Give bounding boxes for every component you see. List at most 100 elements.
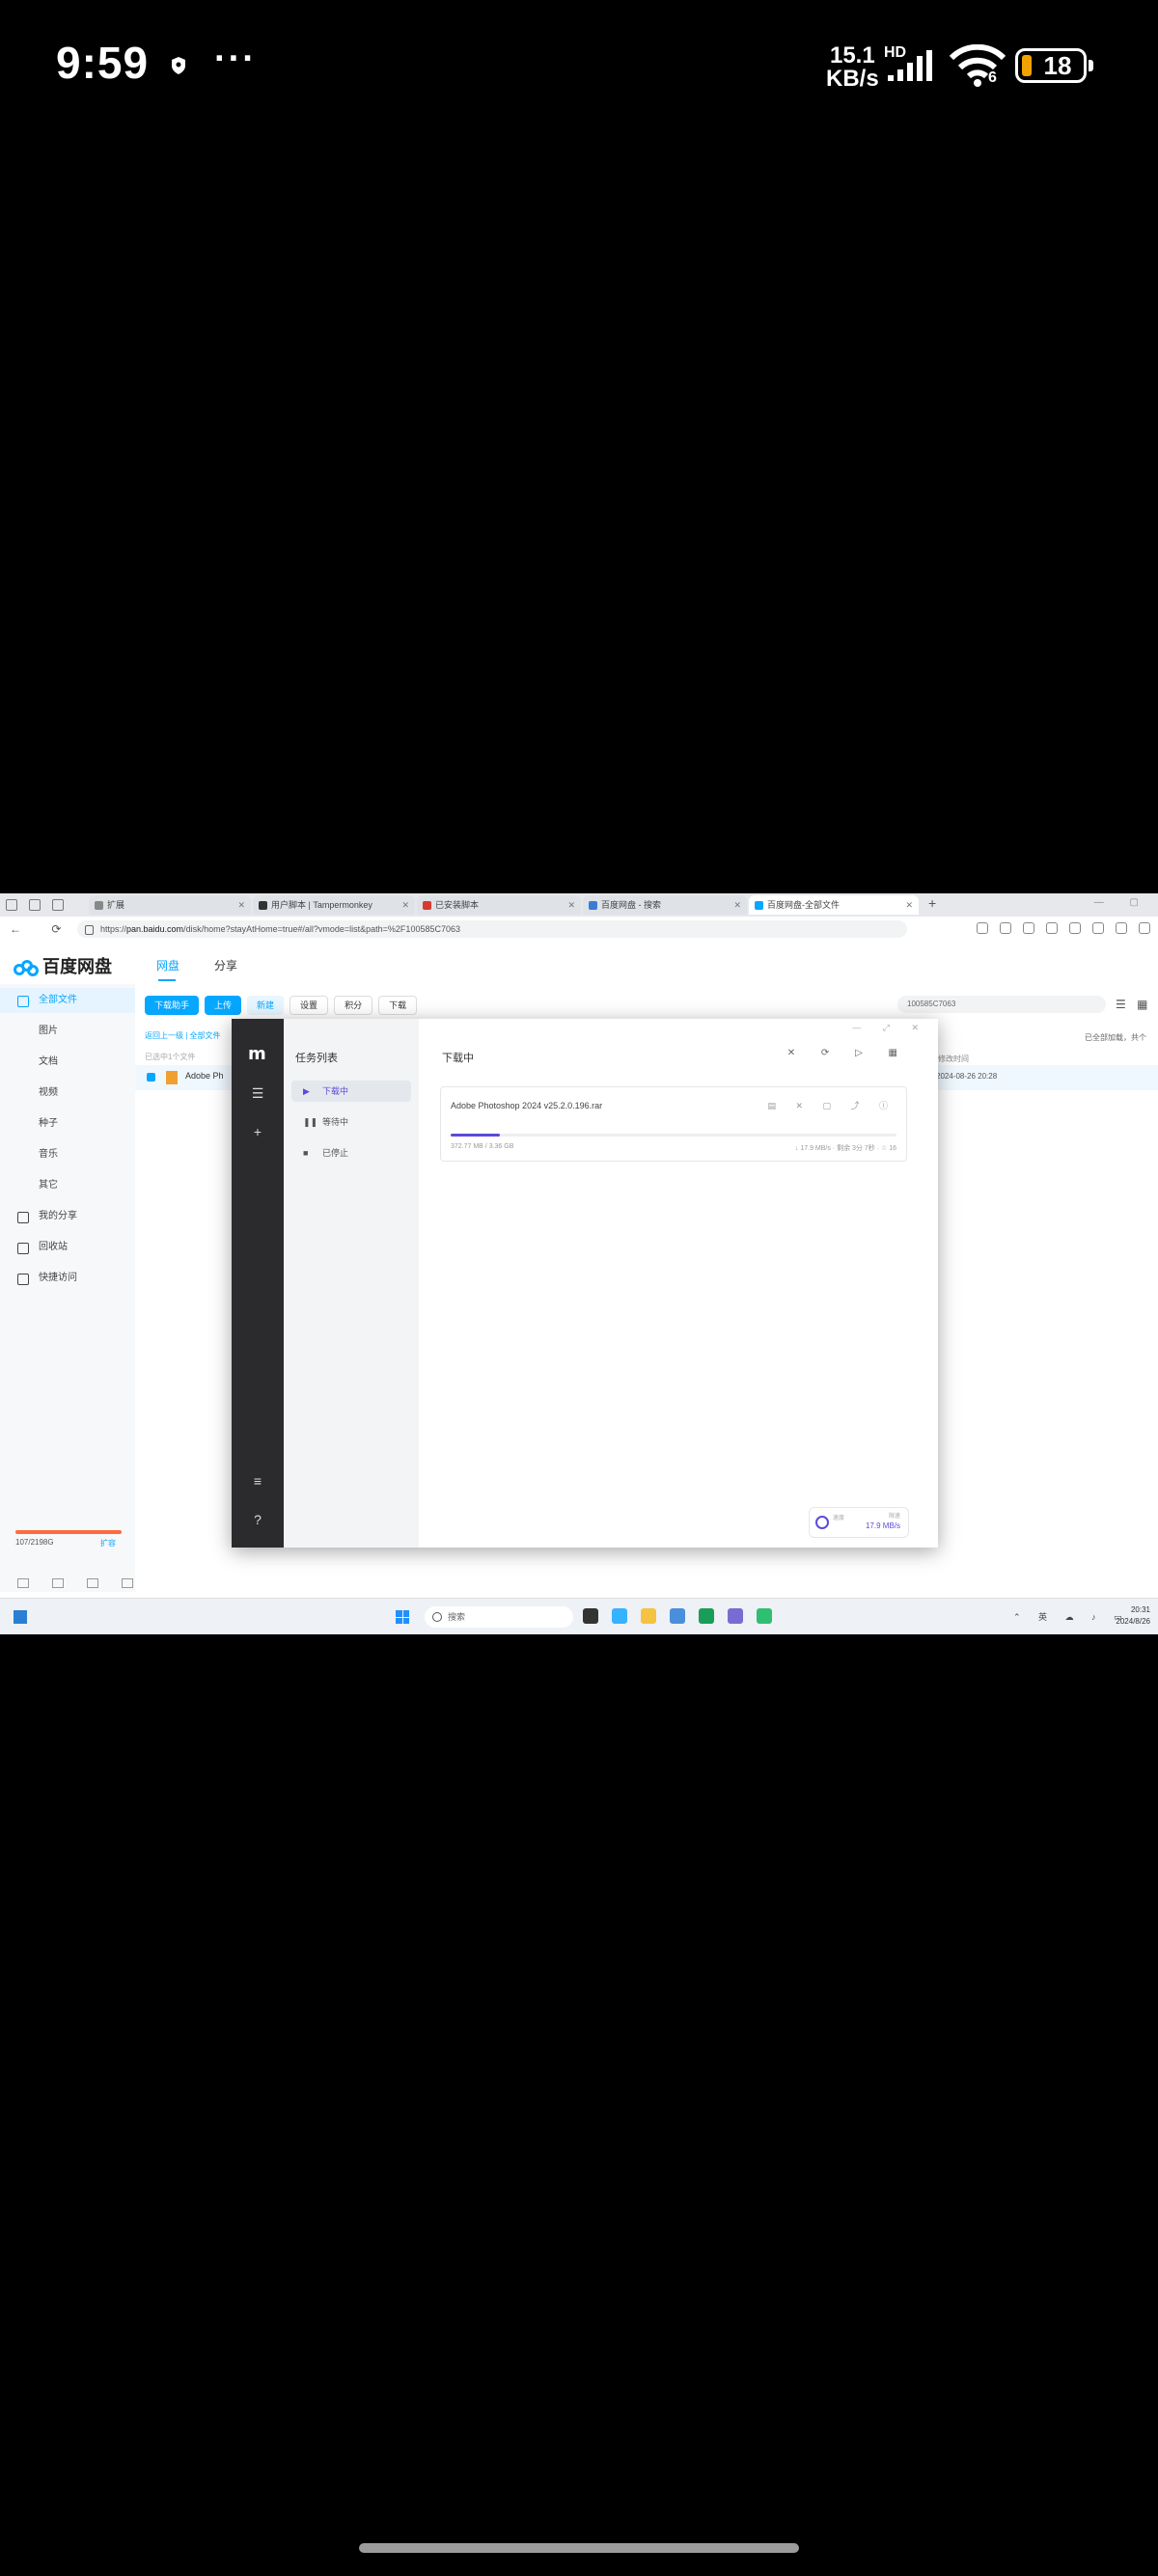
favorite-icon[interactable] <box>1000 922 1011 934</box>
pause-icon: ❚❚ <box>303 1117 318 1127</box>
current-speed: 17.9 MB/s <box>865 1521 900 1530</box>
close-icon[interactable]: ✕ <box>401 895 409 915</box>
taskbar-apps <box>583 1608 772 1624</box>
sidebar-item-quick-access[interactable]: 快捷访问 <box>0 1266 135 1291</box>
sidebar-item-videos[interactable]: 视频 <box>0 1081 135 1106</box>
copilot-icon[interactable] <box>1139 922 1150 934</box>
collections-icon[interactable] <box>1092 922 1104 934</box>
search-icon <box>432 1612 442 1622</box>
taskbar-search-input[interactable]: 搜索 <box>425 1606 573 1628</box>
workspaces-icon[interactable] <box>29 899 41 911</box>
sidebar-item-my-share[interactable]: 我的分享 <box>0 1204 135 1229</box>
sidebar-item-torrents[interactable]: 种子 <box>0 1111 135 1137</box>
navigation-buttons[interactable]: ← ⟳ <box>10 922 74 936</box>
taskbar-clock[interactable]: 20:31 2024/8/26 <box>1110 1604 1150 1628</box>
notes-app-icon[interactable] <box>670 1608 685 1624</box>
file-explorer-icon[interactable] <box>641 1608 656 1624</box>
browser-tab[interactable]: 用户脚本 | Tampermonkey ✕ <box>253 895 415 915</box>
download-manager-window: m ☰ + ≡ ? 任务列表 ▶ 下载中 ❚❚ 等待中 ■ 已停止 — ⤢ ✕ 下载中… <box>232 1019 938 1548</box>
store-app-icon[interactable] <box>728 1608 743 1624</box>
favorites-icon[interactable] <box>1069 922 1081 934</box>
wifi-version: 6 <box>988 69 997 86</box>
tab-actions-icon[interactable] <box>52 899 64 911</box>
app-icon[interactable] <box>87 1578 98 1588</box>
browser-tab[interactable]: 百度网盘 - 搜索 ✕ <box>583 895 747 915</box>
task-view-icon[interactable] <box>583 1608 598 1624</box>
tab-favicon <box>259 901 267 911</box>
device-icon[interactable] <box>17 1578 29 1588</box>
speed-indicator[interactable]: 速度 限速 17.9 MB/s <box>809 1507 909 1538</box>
windows-start-icon[interactable] <box>396 1610 409 1624</box>
nav-tab-share[interactable]: 分享 <box>214 957 237 973</box>
browser-tab-active[interactable]: 百度网盘-全部文件 ✕ <box>749 895 919 915</box>
split-screen-icon[interactable] <box>1046 922 1058 934</box>
column-modified-time[interactable]: 修改时间 <box>938 1054 969 1064</box>
extension-icon[interactable] <box>1116 922 1127 934</box>
sidebar-item-recycle[interactable]: 回收站 <box>0 1235 135 1260</box>
download-button[interactable]: 下载 <box>378 996 418 1015</box>
load-status: 已全部加载，共个 <box>1085 1033 1146 1042</box>
close-icon[interactable]: ✕ <box>237 895 245 915</box>
storage-quota-text: 107/2198G <box>15 1538 54 1547</box>
file-name[interactable]: Adobe Ph <box>185 1071 224 1081</box>
task-action-icons[interactable]: ▤ ✕ ▢ ⤴ ⓘ <box>767 1099 896 1111</box>
home-indicator[interactable] <box>359 2543 799 2553</box>
download-main-panel: — ⤢ ✕ 下载中 ✕ ⟳ ▷ ▦ Adobe Photoshop 2024 v… <box>419 1019 938 1548</box>
desktop-screenshot: 扩展 ✕ 用户脚本 | Tampermonkey ✕ 已安装脚本 ✕ 百度网盘 - 搜… <box>0 893 1158 1634</box>
task-filter-waiting[interactable]: ❚❚ 等待中 <box>291 1111 411 1133</box>
task-filter-downloading[interactable]: ▶ 下载中 <box>291 1081 411 1102</box>
close-icon[interactable]: ✕ <box>905 895 913 915</box>
download-task-card[interactable]: Adobe Photoshop 2024 v25.2.0.196.rar ▤ ✕… <box>440 1086 907 1162</box>
sidebar-item-all-files[interactable]: 全部文件 <box>0 988 135 1013</box>
close-icon[interactable]: ✕ <box>733 895 741 915</box>
sidebar-item-other[interactable]: 其它 <box>0 1173 135 1198</box>
browser-toolbar-icons <box>977 922 1150 934</box>
file-toolbar: 下载助手 上传 新建 设置 积分 下载 <box>145 996 418 1015</box>
file-search-input[interactable]: 100585C7063 <box>897 996 1106 1013</box>
list-header: 已选中1个文件 <box>145 1053 196 1061</box>
points-button[interactable]: 积分 <box>334 996 373 1015</box>
more-icon[interactable] <box>122 1578 133 1588</box>
refresh-icon[interactable] <box>1023 922 1034 934</box>
new-button[interactable]: 新建 <box>247 996 285 1015</box>
help-icon[interactable]: ? <box>251 1513 264 1526</box>
task-list-panel: 任务列表 ▶ 下载中 ❚❚ 等待中 ■ 已停止 <box>284 1019 419 1548</box>
nav-tab-netdisk[interactable]: 网盘 <box>156 957 179 981</box>
breadcrumb[interactable]: 返回上一级 | 全部文件 <box>145 1030 221 1041</box>
close-icon[interactable]: ✕ <box>567 895 575 915</box>
baidu-logo[interactable]: 百度网盘 <box>14 953 112 978</box>
new-tab-button[interactable]: + <box>928 895 936 911</box>
widgets-icon[interactable] <box>14 1610 27 1624</box>
tab-favicon <box>423 901 431 911</box>
baidu-header: 百度网盘 网盘 分享 <box>0 942 1158 984</box>
task-filter-stopped[interactable]: ■ 已停止 <box>291 1142 411 1164</box>
sidebar-item-documents[interactable]: 文档 <box>0 1050 135 1075</box>
row-checkbox[interactable] <box>147 1073 155 1082</box>
panel-tools[interactable]: ✕ ⟳ ▷ ▦ <box>787 1048 909 1058</box>
browser-tab[interactable]: 扩展 ✕ <box>89 895 251 915</box>
profile-icon[interactable] <box>6 899 17 911</box>
add-icon[interactable]: + <box>251 1125 264 1138</box>
expand-storage-link[interactable]: 扩容 <box>100 1538 116 1548</box>
task-file-name: Adobe Photoshop 2024 v25.2.0.196.rar <box>451 1101 603 1110</box>
tools-icon[interactable] <box>52 1578 64 1588</box>
battery-tip <box>1089 60 1093 71</box>
edge-browser-icon[interactable] <box>699 1608 714 1624</box>
sidebar-item-music[interactable]: 音乐 <box>0 1142 135 1167</box>
dm-window-controls[interactable]: — ⤢ ✕ <box>852 1023 928 1033</box>
settings-button[interactable]: 设置 <box>290 996 329 1015</box>
upload-button[interactable]: 上传 <box>205 996 242 1015</box>
battery-icon: 18 <box>1015 48 1087 83</box>
url-input[interactable]: https://pan.baidu.com/disk/home?stayAtHo… <box>77 920 907 938</box>
browser-tab[interactable]: 已安装脚本 ✕ <box>417 895 581 915</box>
baidu-app-icon[interactable] <box>612 1608 627 1624</box>
menu-icon[interactable]: ☰ <box>251 1086 264 1100</box>
view-toggle-icons[interactable]: ☰ ▦ <box>1116 998 1151 1011</box>
download-helper-button[interactable]: 下载助手 <box>145 996 200 1015</box>
chat-app-icon[interactable] <box>757 1608 772 1624</box>
archive-file-icon <box>166 1071 178 1084</box>
window-controls[interactable]: — ▢ <box>1094 897 1150 908</box>
read-aloud-icon[interactable] <box>977 922 988 934</box>
settings-sliders-icon[interactable]: ≡ <box>251 1474 264 1488</box>
sidebar-item-images[interactable]: 图片 <box>0 1019 135 1044</box>
